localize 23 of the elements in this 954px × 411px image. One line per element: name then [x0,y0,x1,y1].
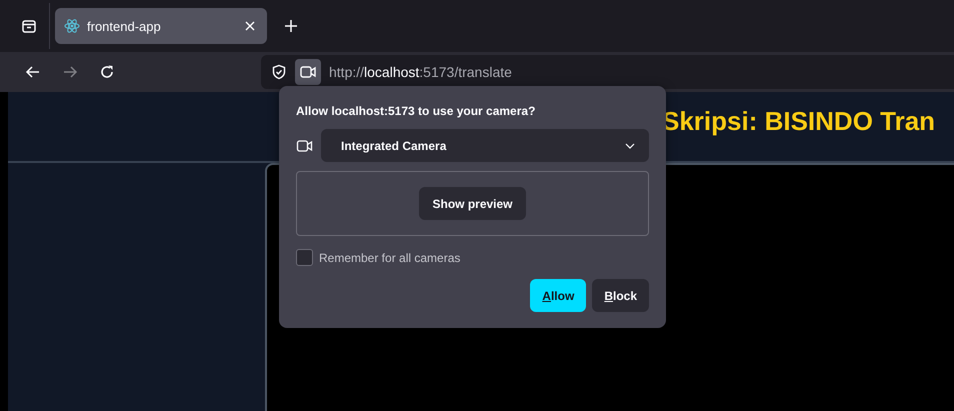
block-button[interactable]: Block [592,279,649,312]
page-title: Skripsi: BISINDO Tran [662,106,936,137]
camera-icon [296,138,313,152]
forward-icon[interactable] [62,64,78,80]
reload-icon[interactable] [99,64,115,80]
remember-checkbox[interactable] [296,249,313,266]
tab-list-icon[interactable] [21,18,37,34]
show-preview-button[interactable]: Show preview [419,187,526,220]
camera-icon [300,65,316,79]
shield-icon[interactable] [271,64,287,80]
camera-select[interactable]: Integrated Camera [321,129,649,162]
browser-tab[interactable]: frontend-app [55,8,267,44]
remember-label: Remember for all cameras [319,250,460,264]
camera-permission-button[interactable] [295,59,321,85]
atom-icon [64,18,80,34]
allow-button[interactable]: Allow [530,279,586,312]
new-tab-icon[interactable] [284,19,298,33]
permission-question: Allow localhost:5173 to use your camera? [296,104,536,118]
back-icon[interactable] [25,64,41,80]
url-text: http://localhost:5173/translate [329,64,512,80]
address-bar[interactable]: http://localhost:5173/translate [261,55,954,89]
chevron-down-icon [625,142,635,148]
close-icon[interactable] [245,21,255,31]
